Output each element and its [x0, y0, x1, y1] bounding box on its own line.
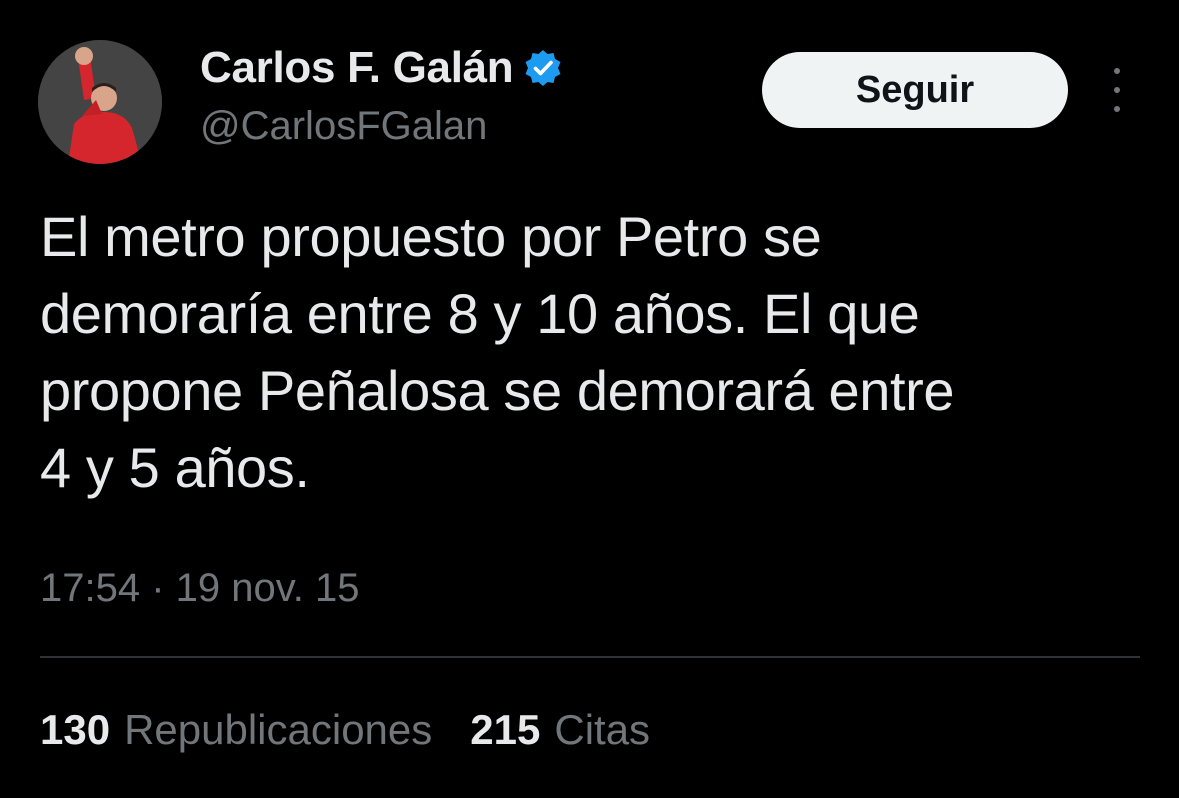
quotes-label: Citas	[554, 706, 651, 753]
author-name-row: Carlos F. Galán	[200, 40, 563, 96]
more-dot	[1114, 106, 1120, 112]
author-handle[interactable]: @CarlosFGalan	[200, 104, 487, 149]
display-name[interactable]: Carlos F. Galán	[200, 43, 514, 93]
tweet-stats: 130 Republicaciones 215 Citas	[40, 706, 650, 754]
tweet-card: Carlos F. Galán @CarlosFGalan Seguir El …	[0, 0, 1179, 798]
tweet-text-line: El metro propuesto por Petro se	[40, 205, 822, 268]
more-dot	[1114, 68, 1120, 74]
reposts-stat[interactable]: 130 Republicaciones	[40, 706, 432, 754]
reposts-count: 130	[40, 706, 111, 753]
tweet-timestamp[interactable]: 17:54 · 19 nov. 15	[40, 566, 360, 611]
verified-badge-icon	[525, 50, 561, 86]
reposts-label: Republicaciones	[124, 706, 433, 753]
quotes-count: 215	[470, 706, 541, 753]
tweet-text-line: demoraría entre 8 y 10 años. El que	[40, 282, 920, 345]
divider	[40, 656, 1140, 658]
tweet-text-line: 4 y 5 años.	[40, 436, 310, 499]
tweet-text-line: propone Peñalosa se demorará entre	[40, 359, 955, 422]
tweet-text: El metro propuesto por Petro se demoraría…	[40, 198, 1150, 506]
follow-button[interactable]: Seguir	[762, 52, 1068, 128]
profile-photo-icon	[38, 40, 162, 164]
more-dot	[1114, 87, 1120, 93]
quotes-stat[interactable]: 215 Citas	[470, 706, 650, 754]
more-options-icon[interactable]	[1104, 68, 1130, 112]
avatar[interactable]	[38, 40, 162, 164]
